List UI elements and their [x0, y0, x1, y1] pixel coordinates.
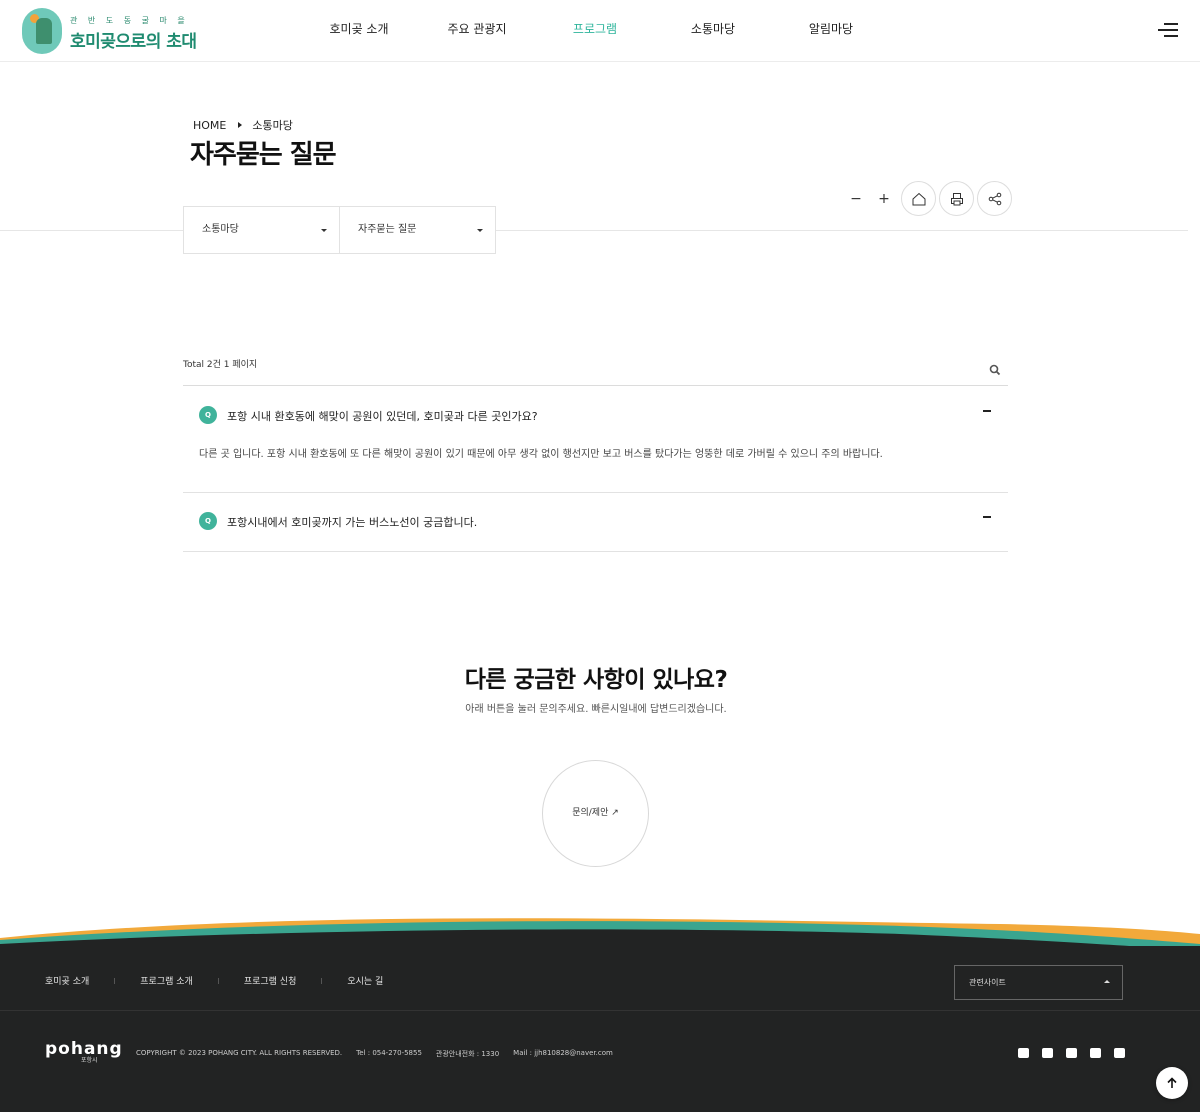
logo-subtitle: 관 반 도 동 굴 마 을	[70, 16, 189, 25]
depth1-select-label: 소통마당	[202, 224, 239, 235]
breadcrumb-current[interactable]: 소통마당	[252, 117, 292, 133]
instagram-icon[interactable]	[1090, 1048, 1101, 1058]
depth2-select[interactable]: 자주묻는 질문	[339, 206, 496, 254]
footer-divider	[0, 1010, 1200, 1011]
faq-item[interactable]: Q 포항 시내 환호동에 해맞이 공원이 있던데, 호미곶과 다른 곳인가요? …	[183, 386, 1008, 493]
nav-item-community[interactable]: 소통마당	[654, 0, 772, 58]
nav-item-program[interactable]: 프로그램	[536, 0, 654, 58]
faq-question[interactable]: 포항시내에서 호미곶까지 가는 버스노선이 궁금합니다.	[227, 514, 477, 530]
logo-emblem-icon	[22, 8, 62, 54]
breadcrumb: HOME 소통마당	[193, 117, 293, 133]
footer-nav-divider	[321, 977, 323, 984]
related-sites-label: 관련사이트	[969, 978, 1006, 987]
faq-answer: 다른 곳 입니다. 포항 시내 환호동에 또 다른 해맞이 공원이 있기 때문에…	[199, 449, 883, 460]
facebook-icon[interactable]	[1066, 1048, 1077, 1058]
mail-text: Mail : jjh810828@naver.com	[513, 1049, 613, 1057]
pohang-logo-sub: 포항시	[81, 1057, 98, 1064]
zoom-out-button[interactable]: −	[842, 191, 870, 207]
faq-question[interactable]: 포항 시내 환호동에 해맞이 공원이 있던데, 호미곶과 다른 곳인가요?	[227, 408, 538, 424]
footer-link-program-apply[interactable]: 프로그램 신청	[244, 974, 297, 987]
cta-subtitle: 아래 버튼을 눌러 문의주세요. 빠른시일내에 답변드리겠습니다.	[465, 704, 727, 715]
kakao-icon[interactable]	[1114, 1048, 1125, 1058]
nav-item-attractions[interactable]: 주요 관광지	[418, 0, 536, 58]
nav-item-notice[interactable]: 알림마당	[772, 0, 890, 58]
collapse-icon[interactable]	[983, 516, 991, 518]
copyright-text: COPYRIGHT © 2023 POHANG CITY. ALL RIGHTS…	[136, 1049, 343, 1057]
hamburger-menu-icon[interactable]	[1154, 20, 1178, 40]
breadcrumb-home[interactable]: HOME	[193, 119, 226, 132]
share-icon[interactable]	[977, 181, 1012, 216]
cta-title: 다른 궁금한 사항이 있나요?	[464, 667, 728, 693]
depth2-select-label: 자주묻는 질문	[358, 224, 417, 235]
nav-item-intro[interactable]: 호미곶 소개	[300, 0, 418, 58]
print-icon[interactable]	[939, 181, 974, 216]
tel-text: Tel : 054-270-5855	[356, 1049, 422, 1057]
footer-nav: 호미곶 소개 프로그램 소개 프로그램 신청 오시는 길	[45, 974, 383, 987]
faq-item[interactable]: Q 포항시내에서 호미곶까지 가는 버스노선이 궁금합니다.	[183, 493, 1008, 552]
footer-link-directions[interactable]: 오시는 길	[347, 974, 383, 987]
footer-nav-divider	[114, 977, 116, 984]
youtube-icon[interactable]	[1018, 1048, 1029, 1058]
collapse-icon[interactable]	[983, 410, 991, 412]
site-footer: 호미곶 소개 프로그램 소개 프로그램 신청 오시는 길 관련사이트 pohan…	[0, 946, 1200, 1112]
question-badge: Q	[199, 406, 217, 424]
footer-link-intro[interactable]: 호미곶 소개	[45, 974, 89, 987]
sns-links	[1018, 1048, 1138, 1058]
footer-link-program-intro[interactable]: 프로그램 소개	[140, 974, 193, 987]
main-nav: 호미곶 소개 주요 관광지 프로그램 소통마당 알림마당	[300, 0, 890, 58]
footer-info: COPYRIGHT © 2023 POHANG CITY. ALL RIGHTS…	[136, 1049, 627, 1059]
home-icon[interactable]	[901, 181, 936, 216]
total-count: Total 2건 1 페이지	[183, 360, 258, 370]
tour-tel-text: 관광안내전화 : 1330	[435, 1050, 500, 1058]
blog-icon[interactable]	[1042, 1048, 1053, 1058]
search-icon[interactable]	[989, 361, 1001, 380]
sub-nav-selects: 소통마당 자주묻는 질문	[183, 206, 496, 254]
scroll-top-button[interactable]	[1156, 1067, 1188, 1099]
arrow-up-icon	[1167, 1077, 1177, 1088]
zoom-in-button[interactable]: +	[870, 191, 898, 207]
site-header: 관 반 도 동 굴 마 을 호미곶으로의 초대 호미곶 소개 주요 관광지 프로…	[0, 0, 1200, 62]
breadcrumb-arrow-icon	[238, 122, 243, 128]
footer-nav-divider	[217, 977, 219, 984]
page-title: 자주묻는 질문	[190, 140, 337, 170]
logo-title: 호미곶으로의 초대	[70, 32, 197, 52]
depth1-select[interactable]: 소통마당	[183, 206, 340, 254]
chevron-down-icon	[477, 229, 483, 232]
question-badge: Q	[199, 512, 217, 530]
header-divider	[0, 230, 1188, 231]
inquiry-button[interactable]: 문의/제안 ↗	[542, 760, 649, 867]
chevron-down-icon	[321, 229, 327, 232]
chevron-up-icon	[1104, 980, 1110, 983]
related-sites-select[interactable]: 관련사이트	[954, 965, 1123, 1000]
page-tools: − +	[842, 181, 1012, 216]
site-logo[interactable]: 관 반 도 동 굴 마 을 호미곶으로의 초대	[22, 8, 197, 56]
